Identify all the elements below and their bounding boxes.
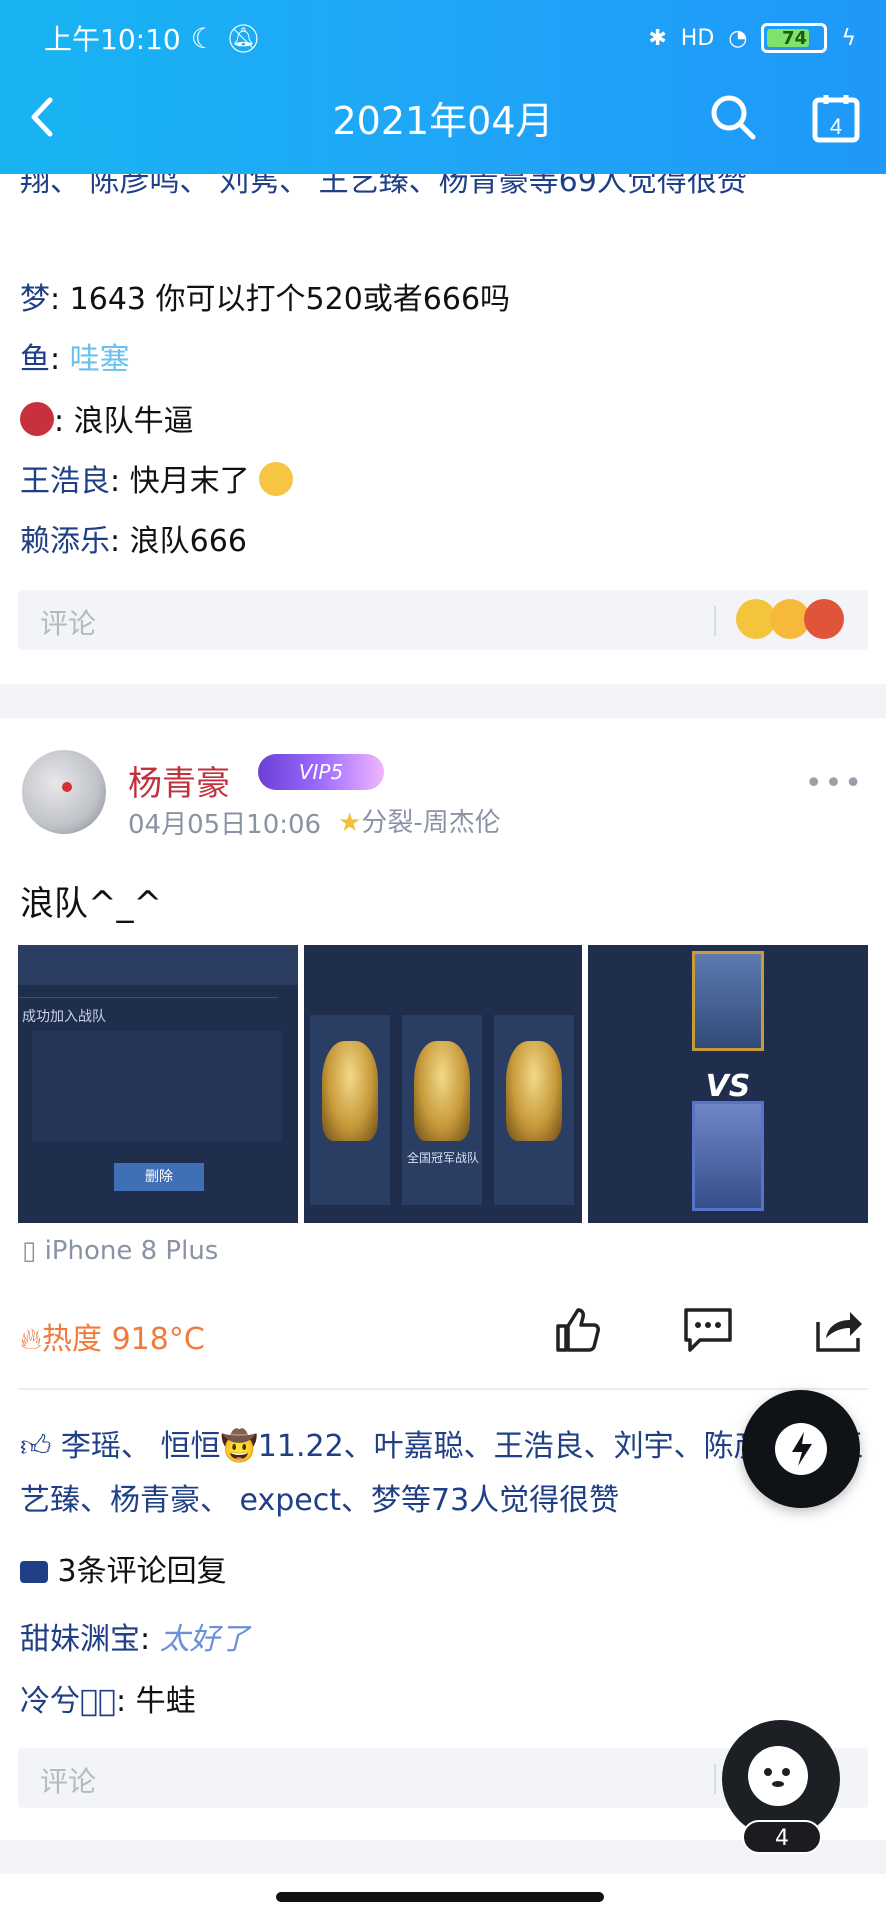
calendar-day: 4 bbox=[830, 114, 842, 139]
moon-icon: ☾ bbox=[190, 21, 216, 55]
comment-item[interactable]: : 浪队牛逼 bbox=[0, 400, 214, 444]
battery-icon: 74 bbox=[761, 23, 828, 53]
notification-count-badge: 4 bbox=[742, 1820, 822, 1854]
comment-input[interactable]: 评论 bbox=[18, 590, 868, 650]
calendar-icon[interactable]: 4 bbox=[810, 92, 862, 144]
post-image-1[interactable]: 成功加入战队 删除 bbox=[18, 945, 298, 1223]
comment-item[interactable]: 甜妹渊宝: 太好了 bbox=[20, 1614, 250, 1658]
phone-icon: ▯ bbox=[22, 1236, 37, 1266]
post-timestamp: 04月05日10:06 bbox=[128, 810, 322, 840]
angry-emoji-icon[interactable] bbox=[804, 599, 844, 639]
fire-icon: 🔥︎ bbox=[20, 1322, 43, 1357]
more-icon[interactable]: ••• bbox=[805, 766, 864, 801]
comment-item[interactable]: 冷兮て᪵: 牛蛙 bbox=[20, 1676, 196, 1720]
post-content: 浪队^_^ bbox=[20, 884, 162, 924]
bluetooth-icon: ✱ bbox=[648, 25, 667, 51]
home-indicator[interactable] bbox=[276, 1892, 604, 1902]
quick-reply-button[interactable] bbox=[742, 1390, 860, 1508]
comment-count[interactable]: 3条评论回复 bbox=[20, 1546, 227, 1590]
wifi-icon: ◔ bbox=[728, 25, 748, 51]
like-icon[interactable] bbox=[552, 1304, 604, 1356]
comment-item[interactable]: 赖添乐: 浪队666 bbox=[0, 520, 267, 564]
post-image-2[interactable]: 全国冠军战队 bbox=[304, 945, 582, 1223]
lightning-bubble-icon bbox=[775, 1423, 827, 1475]
status-time: 上午10:10 bbox=[44, 23, 181, 56]
device-label: ▯ iPhone 8 Plus bbox=[22, 1236, 219, 1266]
thumbs-up-icon: 👍︎ bbox=[20, 1429, 52, 1464]
search-icon[interactable] bbox=[708, 92, 758, 142]
share-icon[interactable] bbox=[812, 1304, 864, 1356]
emoji-icon bbox=[259, 462, 294, 496]
bell-off-icon: 🔕︎ bbox=[225, 21, 262, 55]
vip-badge: VIP5 bbox=[258, 754, 384, 790]
music-tag[interactable]: ★分裂-周杰伦 bbox=[338, 802, 501, 839]
chat-icon bbox=[20, 1561, 48, 1583]
nav-bar: 2021年04月 4 bbox=[0, 82, 886, 152]
no-smoking-icon bbox=[20, 402, 54, 436]
post-image-3[interactable]: VS bbox=[588, 945, 868, 1223]
heat-label: 🔥︎热度 918°C bbox=[20, 1322, 205, 1357]
charging-icon: ϟ bbox=[841, 25, 856, 51]
status-bar: 上午10:10 ☾ 🔕︎ ✱ HD ◔ 74 ϟ bbox=[44, 18, 856, 58]
star-music-icon: ★ bbox=[338, 808, 362, 838]
post-divider bbox=[0, 684, 886, 718]
comment-icon[interactable] bbox=[682, 1304, 734, 1356]
back-icon[interactable] bbox=[20, 92, 70, 142]
app-header: 上午10:10 ☾ 🔕︎ ✱ HD ◔ 74 ϟ 2021年04月 4 bbox=[0, 0, 886, 174]
signal-icon: HD bbox=[680, 25, 715, 51]
comment-item[interactable]: 王浩良: 快月末了 bbox=[0, 460, 313, 504]
avatar[interactable] bbox=[22, 750, 106, 834]
post-author[interactable]: 杨青豪 bbox=[128, 756, 230, 805]
comment-item[interactable]: 鱼: 哇塞 bbox=[0, 338, 150, 382]
comment-item[interactable]: 梦: 1643 你可以打个520或者666吗 bbox=[0, 278, 530, 322]
